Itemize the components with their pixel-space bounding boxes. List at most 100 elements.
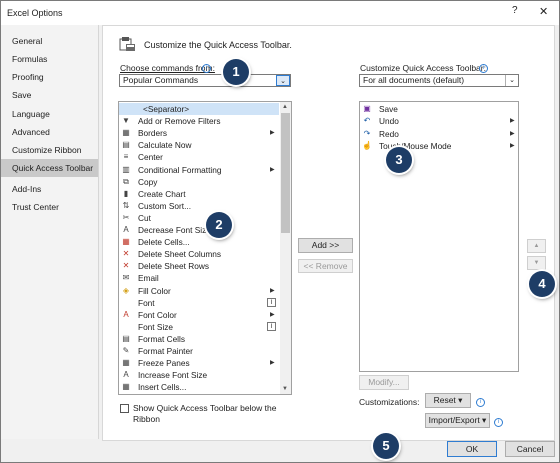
command-item[interactable]: ▦ Freeze Panes ▶ [119, 357, 279, 369]
nav-item-advanced[interactable]: Advanced [1, 123, 98, 141]
command-item[interactable]: ✂ Cut [119, 212, 279, 224]
callout-marker-5: 5 [373, 433, 399, 459]
redo-icon: ↷ [363, 128, 371, 138]
scroll-up-icon[interactable]: ▲ [280, 102, 290, 112]
delete-rows-icon: ✕ [122, 261, 130, 271]
submenu-arrow-icon: ▶ [270, 311, 275, 318]
nav-item-general[interactable]: General [1, 32, 98, 50]
scissors-icon: ✂ [122, 212, 130, 222]
callout-marker-1: 1 [223, 59, 249, 85]
undo-icon: ↶ [363, 116, 371, 126]
borders-icon: ▦ [122, 128, 130, 138]
command-item[interactable]: ▤ Format Cells [119, 333, 279, 345]
command-item[interactable]: ▮ Create Chart [119, 188, 279, 200]
close-icon[interactable]: ✕ [539, 5, 548, 18]
command-item[interactable]: ▥ Conditional Formatting ▶ [119, 164, 279, 176]
move-down-button[interactable]: ▼ [527, 256, 546, 270]
blank-icon [121, 322, 131, 332]
command-item[interactable]: A Increase Font Size [119, 369, 279, 381]
command-label: Freeze Panes [138, 358, 190, 369]
filter-icon: ▼ [122, 116, 130, 126]
remove-button[interactable]: << Remove [298, 259, 353, 273]
command-item[interactable]: ⇅ Custom Sort... [119, 200, 279, 212]
ok-button[interactable]: OK [447, 441, 497, 457]
reset-button[interactable]: Reset ▾ [425, 393, 471, 408]
command-item[interactable]: A Decrease Font Size [119, 224, 279, 236]
delete-cells-icon: ▦ [122, 237, 130, 247]
command-item[interactable]: Font I [119, 297, 279, 309]
command-label: Conditional Formatting [138, 164, 222, 175]
scroll-down-icon[interactable]: ▼ [280, 384, 290, 394]
choose-commands-dropdown[interactable]: Popular Commands ⌄ [119, 74, 291, 87]
toolbar-item[interactable]: ↶ Undo ▶ [360, 115, 518, 127]
command-item[interactable]: ▦ Insert Cells... [119, 381, 279, 393]
command-item[interactable]: <Separator> [119, 103, 279, 115]
toolbar-items-list[interactable]: ▣ Save ↶ Undo ▶ ↷ Redo ▶ ☝ Touch/Mouse Mode ▶ [359, 101, 519, 372]
command-label: Email [138, 273, 159, 284]
command-item[interactable]: Font Size I [119, 321, 279, 333]
toolbar-item[interactable]: ☝ Touch/Mouse Mode ▶ [360, 140, 518, 152]
chevron-down-icon: ⌄ [276, 75, 290, 86]
toolbar-item-label: Undo [379, 116, 399, 127]
format-painter-icon: ✎ [122, 346, 130, 355]
decrease-font-icon: A [123, 225, 129, 234]
show-below-ribbon-checkbox[interactable] [120, 404, 129, 413]
submenu-arrow-icon: ▶ [510, 130, 515, 137]
toolbar-item[interactable]: ↷ Redo ▶ [360, 128, 518, 140]
show-below-ribbon-label-line2: Ribbon [133, 414, 160, 424]
separator-icon [121, 104, 131, 114]
nav-item-language[interactable]: Language [1, 105, 98, 123]
add-button[interactable]: Add >> [298, 238, 353, 253]
help-button[interactable]: ? [512, 5, 518, 16]
nav-item-add-ins[interactable]: Add-Ins [1, 180, 98, 198]
choose-commands-label: Choose commands from: [120, 63, 215, 73]
modify-button[interactable]: Modify... [359, 375, 409, 390]
nav-item-quick-access-toolbar[interactable]: Quick Access Toolbar [1, 159, 98, 177]
command-item[interactable]: ✎ Format Painter [119, 345, 279, 357]
nav-item-formulas[interactable]: Formulas [1, 50, 98, 68]
excel-options-dialog: Excel Options ? ✕ General Formulas Proof… [0, 0, 560, 463]
cancel-button[interactable]: Cancel [505, 441, 555, 457]
command-item[interactable]: ⧉ Copy [119, 176, 279, 188]
command-item[interactable]: A Font Color ▶ [119, 309, 279, 321]
customizations-label: Customizations: [359, 397, 420, 407]
nav-item-proofing[interactable]: Proofing [1, 68, 98, 86]
command-item[interactable]: ▼ Add or Remove Filters [119, 115, 279, 127]
import-export-button[interactable]: Import/Export ▾ [425, 413, 490, 428]
callout-marker-3: 3 [386, 147, 412, 173]
command-label: Cut [138, 212, 151, 223]
sort-icon: ⇅ [122, 200, 130, 210]
move-up-button[interactable]: ▲ [527, 239, 546, 253]
fill-color-icon: ◈ [122, 285, 130, 295]
scroll-thumb[interactable] [281, 113, 290, 233]
command-item[interactable]: ▤ Calculate Now [119, 139, 279, 151]
nav-item-customize-ribbon[interactable]: Customize Ribbon [1, 141, 98, 159]
chart-icon: ▮ [123, 188, 129, 198]
font-color-icon: A [123, 309, 129, 319]
toolbar-item[interactable]: ▣ Save [360, 103, 518, 115]
info-icon: i [494, 417, 503, 428]
command-item[interactable]: ◈ Fill Color ▶ [119, 285, 279, 297]
command-item[interactable]: ✉ Email [119, 272, 279, 284]
nav-item-save[interactable]: Save [1, 86, 98, 104]
touch-icon: ☝ [362, 140, 372, 150]
callout-marker-4: 4 [529, 271, 555, 297]
command-label: Calculate Now [138, 140, 192, 151]
info-icon: i [202, 63, 211, 74]
customize-qat-dropdown[interactable]: For all documents (default) ⌄ [359, 74, 519, 87]
commands-list[interactable]: ▲ ▼ <Separator> ▼ Add or Remove Filters ▦ Bo… [118, 101, 292, 395]
command-label: Fill Color [138, 285, 171, 296]
chevron-down-icon: ⌄ [505, 75, 518, 86]
command-item[interactable]: ✕ Delete Sheet Columns [119, 248, 279, 260]
command-item[interactable]: ≡ Center [119, 151, 279, 163]
command-label: Delete Sheet Columns [138, 249, 222, 260]
save-icon: ▣ [363, 104, 371, 113]
submenu-arrow-icon: ▶ [270, 130, 275, 137]
nav-item-trust-center[interactable]: Trust Center [1, 198, 98, 216]
combo-control-icon: I [267, 297, 276, 307]
command-item[interactable]: ▦ Delete Cells... [119, 236, 279, 248]
command-item[interactable]: ✕ Delete Sheet Rows [119, 260, 279, 272]
submenu-arrow-icon: ▶ [510, 142, 515, 149]
command-item[interactable]: ▦ Borders ▶ [119, 127, 279, 139]
commands-scrollbar[interactable]: ▲ ▼ [280, 102, 291, 394]
